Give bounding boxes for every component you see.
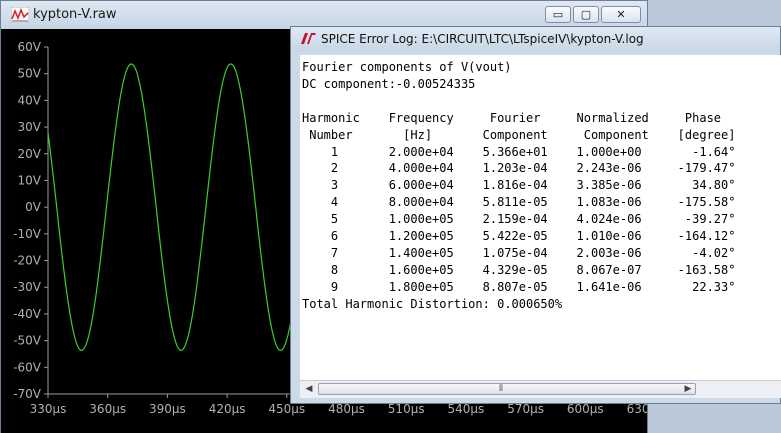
log-window-title: SPICE Error Log: E:\CIRCUIT\LTC\LTspiceI… [321,32,644,46]
horizontal-scrollbar[interactable]: ◀ ⦀ ▶ [300,380,781,398]
log-line: 3 6.000e+04 1.816e-04 3.385e-06 34.80° [302,178,736,193]
log-line: 7 1.400e+05 1.075e-04 2.003e-06 -4.02° [302,245,736,260]
plot-window-title: kypton-V.raw [33,7,117,22]
maximize-button[interactable]: ▢ [573,6,599,23]
y-tick-label: -30V [13,280,42,294]
log-text-area[interactable]: Fourier components of V(vout) DC componen… [300,55,781,382]
x-tick-label: 450µs [268,402,305,416]
y-tick-label: 0V [25,200,42,214]
y-tick-label: -70V [13,387,42,401]
y-tick-label: -10V [13,227,42,241]
y-tick-label: 60V [18,40,42,54]
y-tick-label: 40V [18,93,42,107]
log-window-titlebar[interactable]: SPICE Error Log: E:\CIRCUIT\LTC\LTspiceI… [291,27,780,51]
waveform-trace [47,63,306,352]
y-tick-label: -50V [13,334,42,348]
x-tick-label: 330µs [30,402,67,416]
log-line: 6 1.200e+05 5.422e-05 1.010e-06 -164.12° [302,229,736,243]
y-tick-label: 50V [18,67,42,81]
x-tick-label: 630µs [627,402,647,416]
log-line: Harmonic Frequency Fourier Normalized Ph… [302,110,722,125]
x-tick-label: 390µs [149,402,186,416]
log-line: 5 1.000e+05 2.159e-04 4.024e-06 -39.27° [302,212,736,227]
y-tick-label: 20V [18,147,42,161]
x-tick-label: 570µs [507,402,544,416]
log-line: Total Harmonic Distortion: 0.000650% [302,296,563,311]
x-tick-label: 540µs [448,402,485,416]
plot-window-titlebar[interactable]: kypton-V.raw ▭ ▢ ✕ [1,1,647,29]
y-tick-label: -60V [13,360,42,374]
spice-error-log-window: SPICE Error Log: E:\CIRCUIT\LTC\LTspiceI… [290,26,781,404]
x-tick-label: 510µs [388,402,425,416]
log-line: 1 2.000e+04 5.366e+01 1.000e+00 -1.64° [302,144,736,159]
log-line: 8 1.600e+05 4.329e-05 8.067e-07 -163.58° [302,262,736,277]
x-tick-label: 420µs [209,402,246,416]
x-tick-label: 600µs [567,402,604,416]
waveform-app-icon [11,7,29,23]
y-tick-label: -20V [13,254,42,268]
close-button[interactable]: ✕ [601,6,641,23]
ltspice-logo-icon [301,33,316,44]
y-tick-label: 30V [18,120,42,134]
scroll-right-arrow-icon[interactable]: ▶ [680,382,696,397]
x-tick-label: 360µs [89,402,126,416]
scroll-left-arrow-icon[interactable]: ◀ [301,382,317,397]
log-line: Fourier components of V(vout) [302,60,512,74]
log-line: DC component:-0.00524335 [302,76,476,91]
scrollbar-thumb[interactable]: ⦀ [318,383,696,395]
log-line: 9 1.800e+05 8.807e-05 1.641e-06 22.33° [302,279,736,294]
y-tick-label: -40V [13,307,42,321]
log-line: Number [Hz] Component Component [degree] [302,127,736,142]
log-line: 2 4.000e+04 1.203e-04 2.243e-06 -179.47° [302,161,736,176]
log-line: 4 8.000e+04 5.811e-05 1.083e-06 -175.58° [302,195,736,210]
x-tick-label: 480µs [328,402,365,416]
scrollbar-grip-icon: ⦀ [499,384,503,394]
minimize-button[interactable]: ▭ [545,6,571,23]
y-tick-label: 10V [18,173,42,187]
